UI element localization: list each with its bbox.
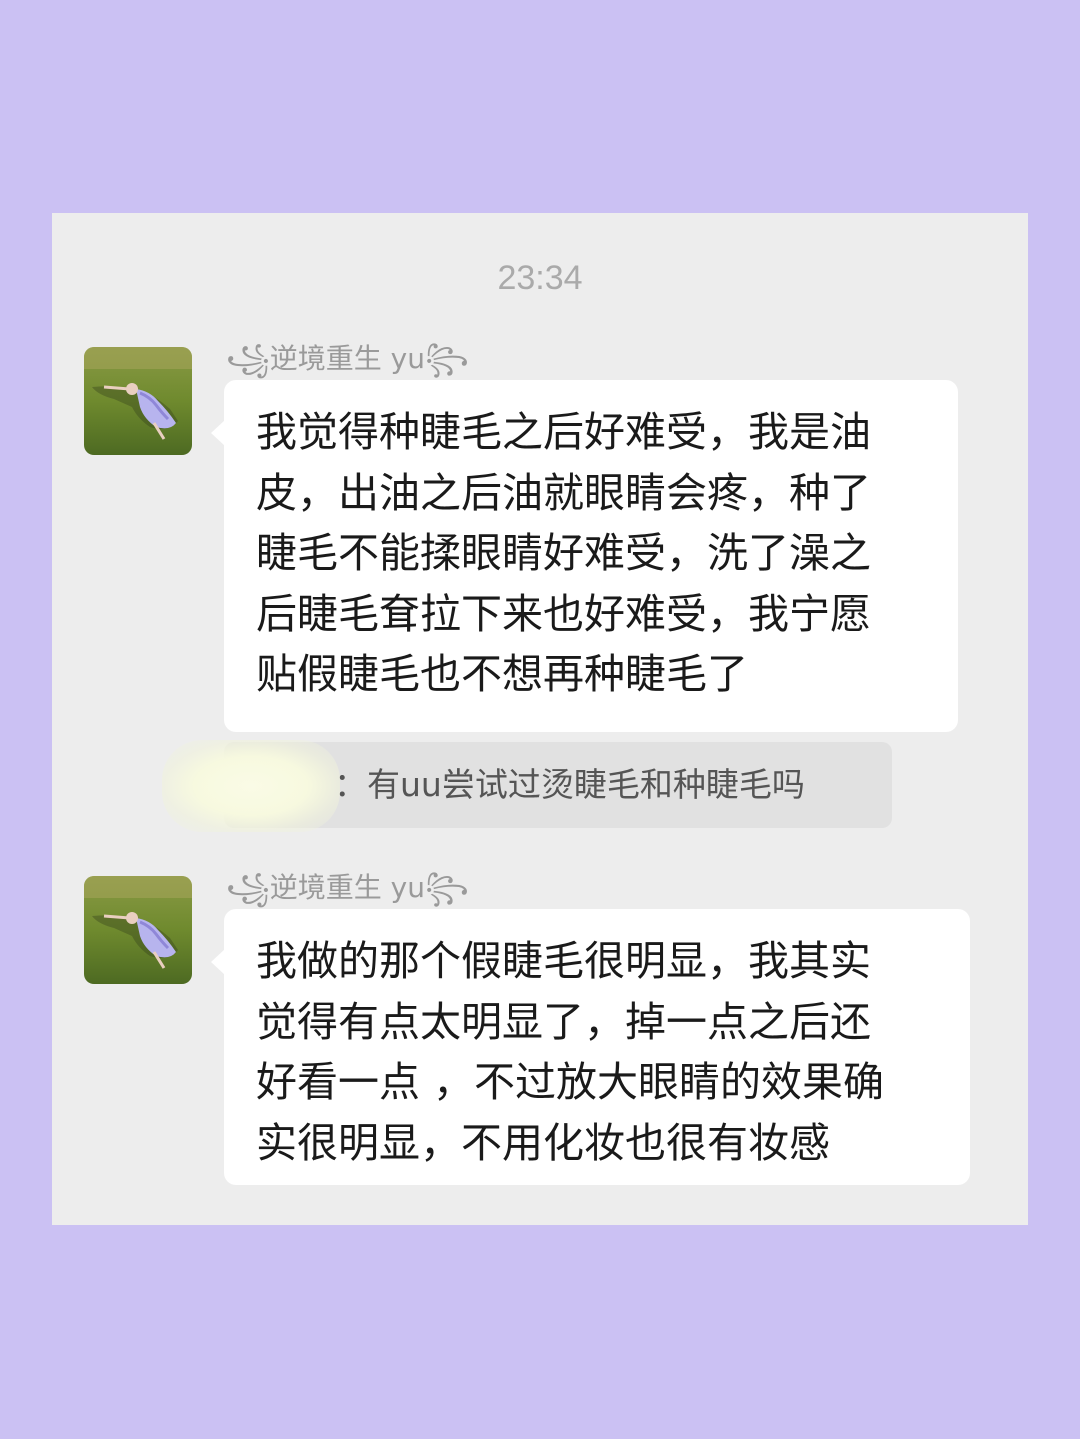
message-timestamp: 23:34 [497, 259, 583, 297]
message-bubble[interactable]: 我觉得种睫毛之后好难受，我是油 皮，出油之后油就眼睛会疼，种了 睫毛不能揉眼睛好… [211, 380, 958, 732]
chat-window: 23:34 ꧁逆境重生 yu꧂ 我觉得种睫毛之后好难受，我是油 皮，出油之后油就… [52, 213, 1028, 1225]
avatar[interactable] [84, 876, 192, 984]
bubble-tail [211, 420, 225, 446]
message-line: 觉得有点太明显了，掉一点之后还 [256, 997, 871, 1046]
avatar-photo [84, 876, 192, 984]
message-line: 我觉得种睫毛之后好难受，我是油 [256, 408, 871, 456]
message-bubble[interactable]: 我做的那个假睫毛很明显，我其实 觉得有点太明显了，掉一点之后还 好看一点 ，不过… [211, 909, 970, 1185]
message-line: 贴假睫毛也不想再种睫毛了 [256, 650, 748, 698]
avatar-photo [84, 347, 192, 455]
message-line: 后睫毛耷拉下来也好难受，我宁愿 [256, 589, 871, 638]
avatar[interactable] [84, 347, 192, 455]
message-line: 皮，出油之后油就眼睛会疼，种了 [256, 468, 871, 517]
redacted-name-blur [162, 740, 340, 832]
bubble-tail [211, 949, 225, 975]
message-line: 实很明显，不用化妆也很有妆感 [256, 1118, 830, 1167]
message-line: 好看一点 ，不过放大眼睛的效果确 [256, 1058, 885, 1106]
quoted-message-text: ：有uu尝试过烫睫毛和种睫毛吗 [334, 765, 805, 804]
message-line: 我做的那个假睫毛很明显，我其实 [256, 937, 871, 985]
message-line: 睫毛不能揉眼睛好难受，洗了澡之 [256, 529, 871, 577]
